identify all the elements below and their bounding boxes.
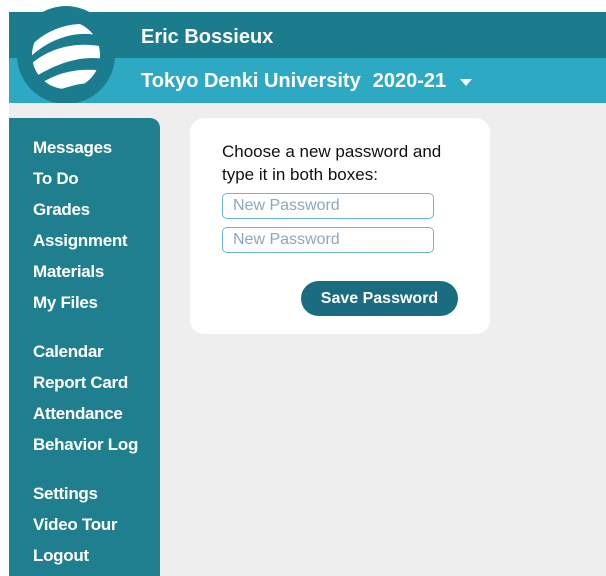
school-name: Tokyo Denki University bbox=[141, 70, 361, 92]
user-name: Eric Bossieux bbox=[141, 26, 274, 48]
new-password-input[interactable] bbox=[222, 193, 434, 219]
sidebar-item-video-tour[interactable]: Video Tour bbox=[33, 509, 138, 540]
sidebar-item-report-card[interactable]: Report Card bbox=[33, 367, 138, 398]
sidebar-item-assignment[interactable]: Assignment bbox=[33, 225, 138, 256]
sidebar-item-calendar[interactable]: Calendar bbox=[33, 336, 138, 367]
app-header: Eric Bossieux Tokyo Denki University 202… bbox=[9, 6, 606, 104]
sidebar-item-settings[interactable]: Settings bbox=[33, 478, 138, 509]
sidebar-item-grades[interactable]: Grades bbox=[33, 194, 138, 225]
sidebar-item-logout[interactable]: Logout bbox=[33, 540, 138, 571]
sidebar-item-messages[interactable]: Messages bbox=[33, 132, 138, 163]
school-year-selector[interactable]: Tokyo Denki University 2020-21 bbox=[141, 70, 473, 93]
school-year: 2020-21 bbox=[372, 70, 447, 92]
chevron-down-icon[interactable] bbox=[460, 79, 473, 86]
sidebar-nav: Messages To Do Grades Assignment Materia… bbox=[33, 132, 138, 571]
globe-logo-icon[interactable] bbox=[17, 6, 115, 104]
sidebar-item-to-do[interactable]: To Do bbox=[33, 163, 138, 194]
sidebar-item-behavior-log[interactable]: Behavior Log bbox=[33, 429, 138, 460]
password-prompt: Choose a new password and type it in bot… bbox=[222, 142, 442, 184]
sidebar-item-my-files[interactable]: My Files bbox=[33, 287, 138, 318]
password-card: Choose a new password and type it in bot… bbox=[190, 118, 490, 334]
confirm-password-input[interactable] bbox=[222, 227, 434, 253]
save-password-button[interactable]: Save Password bbox=[301, 281, 458, 316]
sidebar: Messages To Do Grades Assignment Materia… bbox=[9, 118, 160, 576]
sidebar-item-attendance[interactable]: Attendance bbox=[33, 398, 138, 429]
sidebar-item-materials[interactable]: Materials bbox=[33, 256, 138, 287]
